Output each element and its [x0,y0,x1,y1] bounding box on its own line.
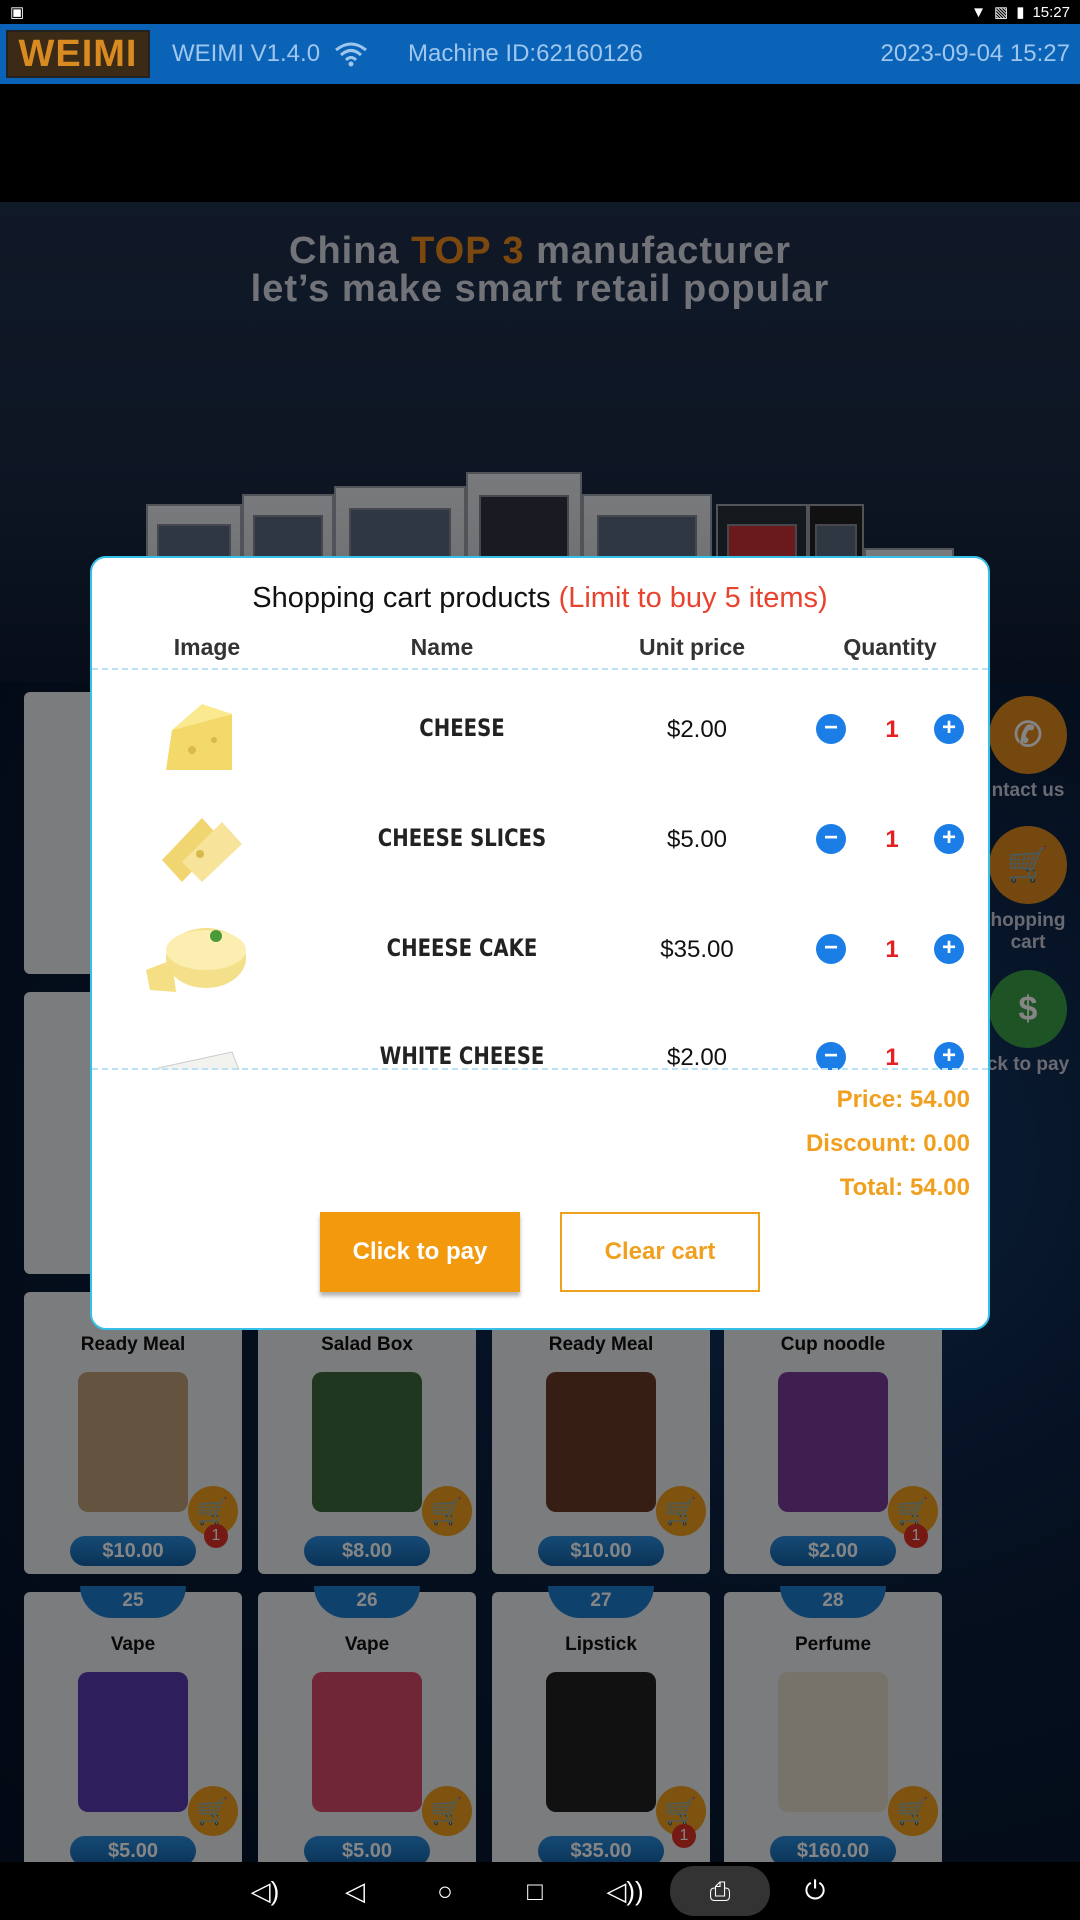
shopping-cart-dialog: Shopping cart products (Limit to buy 5 i… [90,556,990,1330]
wifi-status-icon: ▼ [971,3,986,21]
back-icon[interactable]: ◁ [310,1876,400,1907]
status-time: 15:27 [1032,3,1070,21]
volume-up-icon[interactable]: ◁)) [580,1876,670,1907]
subtotal-price: Price: 54.00 [836,1086,970,1113]
status-bar: ▣ ▼ ▧ ▮ 15:27 [0,0,1080,24]
screenshot-icon[interactable]: ⎙ [670,1866,770,1916]
cart-item-price: $2.00 [666,716,728,743]
cart-item-name: CHEESE CAKE [386,934,538,962]
column-header-quantity: Quantity [843,634,937,660]
decrease-quantity-button[interactable]: − [816,824,846,854]
recents-icon[interactable]: □ [490,1876,580,1907]
decrease-quantity-button[interactable]: − [816,1042,846,1070]
total-amount: Total: 54.00 [839,1174,970,1201]
cart-item-name: CHEESE [419,714,505,742]
cart-item-quantity: 1 [885,826,899,853]
header-datetime: 2023-09-04 15:27 [880,40,1071,67]
cart-item-row: CHEESE CAKE $35.00 − 1 + [92,896,988,1006]
clear-cart-button[interactable]: Clear cart [560,1212,760,1292]
power-icon[interactable]: ⏻ [770,1875,860,1907]
cart-item-name: WHITE CHEESE [379,1042,545,1070]
cart-item-price: $35.00 [660,936,734,963]
notification-image-icon: ▣ [10,4,25,21]
app-version: WEIMI V1.4.0 [172,40,321,67]
machine-id: Machine ID:62160126 [408,40,643,67]
cart-item-price: $5.00 [666,826,728,853]
cart-item-price: $2.00 [666,1044,728,1070]
cart-item-quantity: 1 [885,936,899,963]
cart-item-quantity: 1 [885,716,899,743]
cart-item-row: CHEESE SLICES $5.00 − 1 + [92,786,988,896]
cheese-image [166,704,232,770]
increase-quantity-button[interactable]: + [934,1042,964,1070]
cheese-slices-image [162,818,242,882]
app-header: WEIMI WEIMI V1.4.0 Machine ID:62160126 2… [0,24,1080,84]
screen: ▣ ▼ ▧ ▮ 15:27 WEIMI WEIMI V1.4.0 Machine… [0,0,1080,1920]
dialog-title: Shopping cart products (Limit to buy 5 i… [252,582,828,614]
home-icon[interactable]: ○ [400,1876,490,1907]
purchase-limit-note: (Limit to buy 5 items) [558,582,828,614]
divider [92,1068,988,1070]
click-to-pay-button[interactable]: Click to pay [320,1212,520,1292]
cheese-cake-image [146,928,246,992]
cart-item-row: CHEESE $2.00 − 1 + [92,676,988,786]
cart-item-list[interactable]: CHEESE $2.00 − 1 + CHEESE SLICES $5.00 −… [92,670,988,1070]
cart-item-name: CHEESE SLICES [377,824,547,852]
volume-down-icon[interactable]: ◁) [220,1876,310,1907]
android-nav-bar: ◁) ◁ ○ □ ◁)) ⎙ ⏻ [0,1862,1080,1920]
weimi-logo: WEIMI [6,30,150,78]
increase-quantity-button[interactable]: + [934,714,964,744]
decrease-quantity-button[interactable]: − [816,714,846,744]
discount-amount: Discount: 0.00 [805,1130,970,1157]
cart-item-quantity: 1 [885,1044,899,1070]
increase-quantity-button[interactable]: + [934,934,964,964]
battery-icon: ▮ [1016,4,1025,21]
no-sim-icon: ▧ [994,4,1009,21]
increase-quantity-button[interactable]: + [934,824,964,854]
column-header-unit-price: Unit price [638,634,746,660]
white-cheese-image [157,1051,240,1070]
column-header-name: Name [410,634,474,660]
wifi-icon [335,42,367,67]
decrease-quantity-button[interactable]: − [816,934,846,964]
column-header-image: Image [173,634,241,660]
cart-item-row: WHITE CHEESE $2.00 − 1 + [92,1004,988,1070]
